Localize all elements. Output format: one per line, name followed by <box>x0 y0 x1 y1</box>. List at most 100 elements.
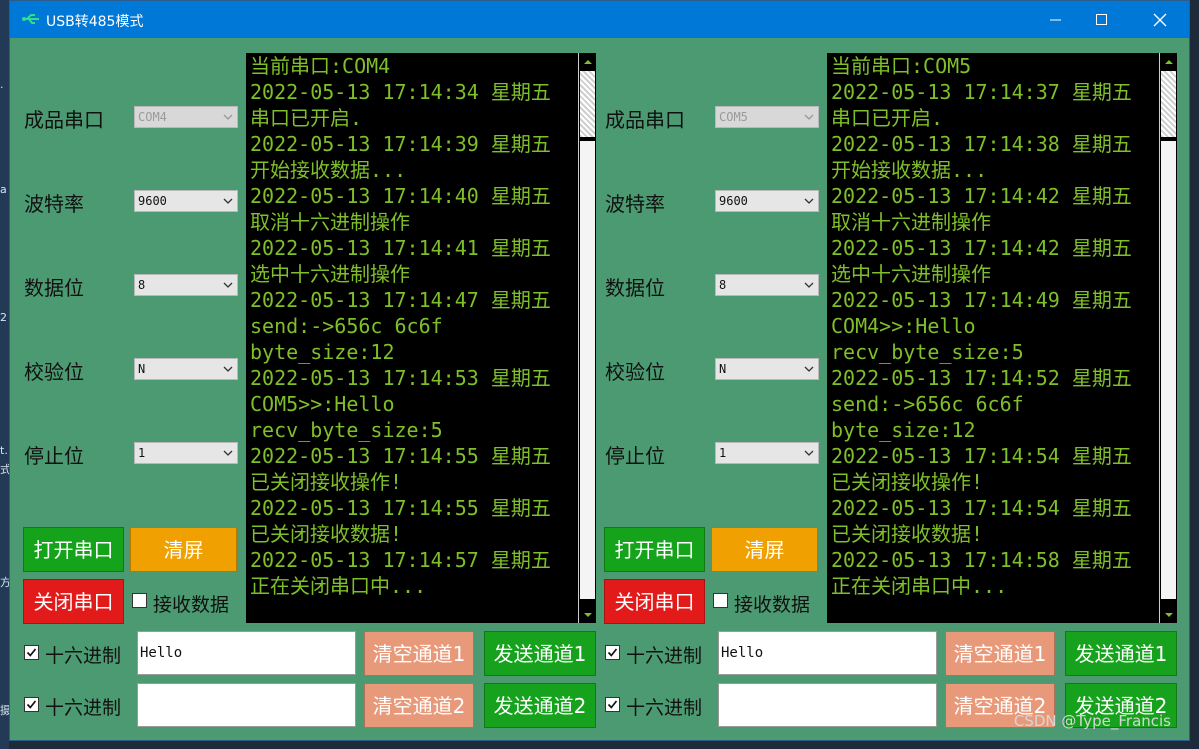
port-label: 成品串口 <box>24 108 104 132</box>
app-window: USB转485模式 成品串口 COM4 波特率 9600 数据位 8 校验位 N <box>9 0 1190 741</box>
log-line: 开始接收数据... <box>250 158 407 182</box>
channel-2-input[interactable] <box>137 683 356 727</box>
log-line: send:->656c 6c6f <box>250 314 443 338</box>
open-port-button[interactable]: 打开串口 <box>604 527 705 572</box>
log-line: 2022-05-13 17:14:54 星期五 <box>831 496 1132 520</box>
chevron-down-icon <box>804 198 814 204</box>
log-line: 2022-05-13 17:14:38 星期五 <box>831 132 1132 156</box>
log-line: 已关闭接收数据! <box>831 522 984 546</box>
send-channel-1-button[interactable]: 发送通道1 <box>484 631 596 676</box>
log-scrollbar[interactable] <box>1159 53 1177 623</box>
stopbits-label: 停止位 <box>24 444 84 468</box>
hex-checkbox-1[interactable] <box>24 645 39 660</box>
clear-screen-button[interactable]: 清屏 <box>711 527 818 572</box>
port-value: COM5 <box>719 110 748 124</box>
left-log-console[interactable]: 当前串口:COM4 2022-05-13 17:14:34 星期五 串口已开启. 20… <box>246 53 596 623</box>
clear-channel-2-button[interactable]: 清空通道2 <box>364 683 474 728</box>
databits-value: 8 <box>719 278 727 292</box>
channel-1-input[interactable]: Hello <box>718 631 937 675</box>
checkmark-icon <box>26 648 37 657</box>
log-line: COM4>>:Hello <box>831 314 976 338</box>
log-line: 选中十六进制操作 <box>831 262 991 286</box>
send-channel-2-button[interactable]: 发送通道2 <box>484 683 596 728</box>
close-port-button[interactable]: 关闭串口 <box>23 579 124 624</box>
checkmark-icon <box>607 700 618 709</box>
hex-checkbox-1-label: 十六进制 <box>45 645 122 667</box>
parity-value: N <box>138 362 146 376</box>
close-port-button[interactable]: 关闭串口 <box>604 579 705 624</box>
scroll-down-icon <box>1164 612 1173 617</box>
desktop-text-fragment: t. <box>0 444 8 457</box>
window-title: USB转485模式 <box>46 14 144 30</box>
databits-label: 数据位 <box>24 276 84 300</box>
log-line: 2022-05-13 17:14:58 星期五 <box>831 548 1132 572</box>
hex-checkbox-2[interactable] <box>605 697 620 712</box>
port-value: COM4 <box>138 110 167 124</box>
databits-label: 数据位 <box>605 276 665 300</box>
log-line: 2022-05-13 17:14:42 星期五 <box>831 184 1132 208</box>
title-bar[interactable]: USB转485模式 <box>10 1 1189 38</box>
stopbits-select[interactable]: 1 <box>715 442 819 464</box>
log-text: 当前串口:COM4 2022-05-13 17:14:34 星期五 串口已开启. 20… <box>250 53 576 599</box>
log-line: 2022-05-13 17:14:39 星期五 <box>250 132 551 156</box>
stopbits-label: 停止位 <box>605 444 665 468</box>
baud-label: 波特率 <box>605 192 665 216</box>
log-line: 取消十六进制操作 <box>831 210 991 234</box>
receive-checkbox[interactable] <box>132 593 147 608</box>
close-window-button[interactable] <box>1137 1 1183 38</box>
minimize-button[interactable] <box>1033 1 1079 38</box>
log-line: 开始接收数据... <box>831 158 988 182</box>
log-line: 已关闭接收操作! <box>831 470 984 494</box>
open-port-button[interactable]: 打开串口 <box>23 527 124 572</box>
right-log-console[interactable]: 当前串口:COM5 2022-05-13 17:14:37 星期五 串口已开启. 20… <box>827 53 1177 623</box>
chevron-down-icon <box>804 366 814 372</box>
watermark-text: CSDN @Type_Francis <box>1013 712 1171 730</box>
maximize-button[interactable] <box>1079 1 1125 38</box>
checkmark-icon <box>607 648 618 657</box>
parity-select[interactable]: N <box>715 358 819 380</box>
baud-select[interactable]: 9600 <box>134 190 238 212</box>
log-line: 2022-05-13 17:14:54 星期五 <box>831 444 1132 468</box>
chevron-down-icon <box>223 114 233 120</box>
log-line: 2022-05-13 17:14:53 星期五 <box>250 366 551 390</box>
stopbits-value: 1 <box>719 446 727 460</box>
hex-checkbox-1[interactable] <box>605 645 620 660</box>
clear-channel-1-button[interactable]: 清空通道1 <box>945 631 1055 676</box>
log-line: byte_size:12 <box>831 418 976 442</box>
log-line: 2022-05-13 17:14:42 星期五 <box>831 236 1132 260</box>
channel-1-input[interactable]: Hello <box>137 631 356 675</box>
scroll-down-button[interactable] <box>1160 606 1177 623</box>
hex-checkbox-2[interactable] <box>24 697 39 712</box>
receive-checkbox[interactable] <box>713 593 728 608</box>
log-line: 2022-05-13 17:14:40 星期五 <box>250 184 551 208</box>
desktop-text-fragment: . <box>0 78 4 91</box>
scrollbar-thumb[interactable] <box>1161 71 1176 137</box>
send-channel-1-button[interactable]: 发送通道1 <box>1065 631 1177 676</box>
port-select[interactable]: COM4 <box>134 106 238 128</box>
chevron-down-icon <box>223 366 233 372</box>
minimize-icon <box>1050 19 1061 20</box>
parity-select[interactable]: N <box>134 358 238 380</box>
log-line: 2022-05-13 17:14:57 星期五 <box>250 548 551 572</box>
log-line: 当前串口:COM4 <box>250 54 391 78</box>
databits-select[interactable]: 8 <box>715 274 819 296</box>
log-line: byte_size:12 <box>250 340 395 364</box>
clear-screen-button[interactable]: 清屏 <box>130 527 237 572</box>
port-select[interactable]: COM5 <box>715 106 819 128</box>
scroll-up-button[interactable] <box>1160 53 1177 70</box>
log-line: 正在关闭串口中... <box>831 574 1008 598</box>
clear-channel-1-button[interactable]: 清空通道1 <box>364 631 474 676</box>
close-icon <box>1153 13 1167 26</box>
databits-value: 8 <box>138 278 146 292</box>
databits-select[interactable]: 8 <box>134 274 238 296</box>
log-line: recv_byte_size:5 <box>831 340 1024 364</box>
checkmark-icon <box>26 700 37 709</box>
log-line: send:->656c 6c6f <box>831 392 1024 416</box>
baud-value: 9600 <box>138 194 167 208</box>
channel-2-input[interactable] <box>718 683 937 727</box>
stopbits-select[interactable]: 1 <box>134 442 238 464</box>
scrollbar-track-lower <box>1161 141 1176 599</box>
baud-select[interactable]: 9600 <box>715 190 819 212</box>
log-line: 已关闭接收数据! <box>250 522 403 546</box>
log-line: 正在关闭串口中... <box>250 574 427 598</box>
